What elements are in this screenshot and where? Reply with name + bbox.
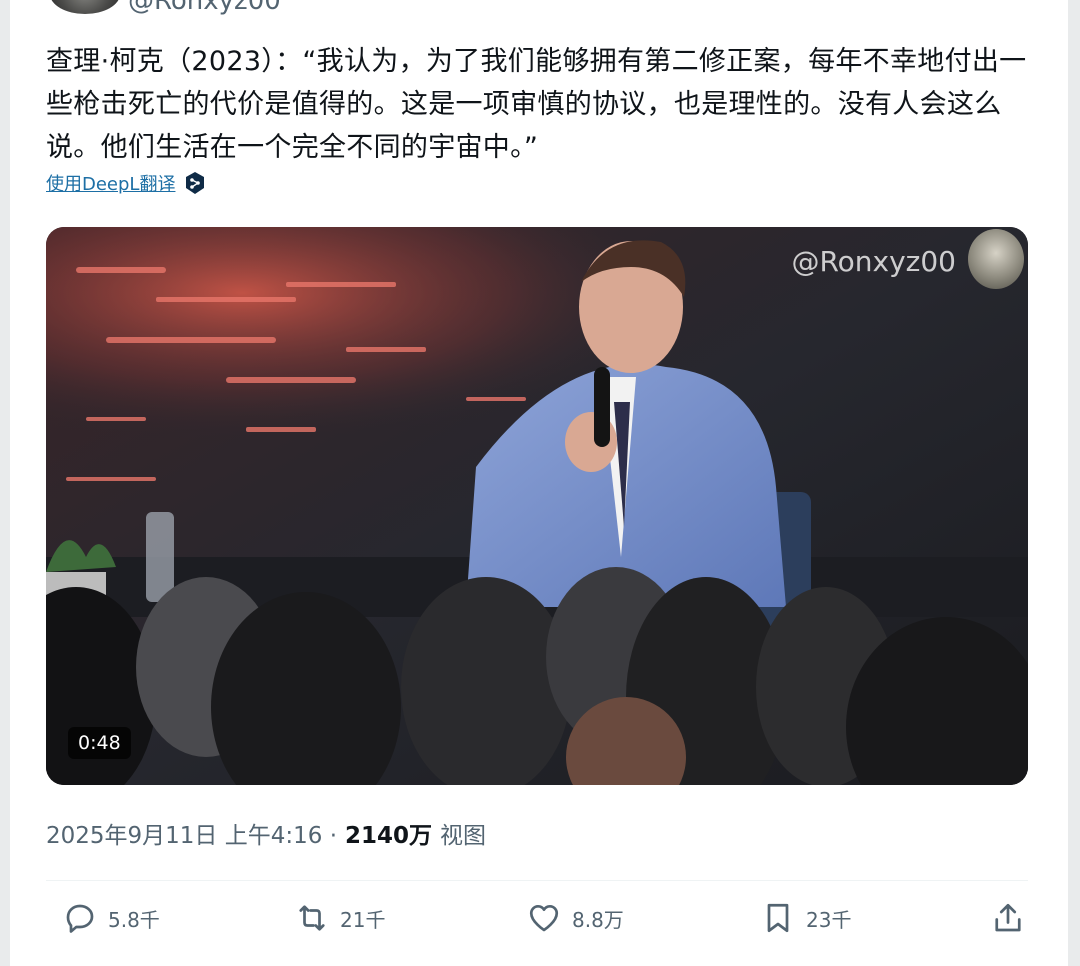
reply-icon — [66, 904, 94, 933]
video-frame — [46, 227, 1028, 785]
reply-button[interactable]: 5.8千 — [62, 900, 160, 936]
views-count: 2140万 — [345, 823, 433, 849]
like-count: 8.8万 — [572, 907, 624, 932]
tweet-timestamp[interactable]: 2025年9月11日 上午4:16 · — [46, 816, 337, 850]
translate-row: 使用DeepL翻译 — [46, 170, 207, 196]
author-avatar[interactable] — [50, 0, 120, 14]
reply-count: 5.8千 — [108, 907, 160, 932]
share-icon — [995, 903, 1021, 932]
deepl-icon — [183, 171, 207, 195]
bookmark-count: 23千 — [806, 907, 852, 932]
repost-icon — [299, 905, 325, 931]
repost-count: 21千 — [340, 907, 386, 932]
tweet-card: @Ronxyz00 查理·柯克（2023）：“我认为，为了我们能够拥有第二修正案… — [10, 0, 1068, 966]
video-duration-badge: 0:48 — [68, 727, 131, 759]
action-bar: 5.8千 21千 8.8万 23千 — [46, 900, 1028, 944]
tweet-meta: 2025年9月11日 上午4:16 · 2140万 视图 — [46, 816, 486, 850]
repost-button[interactable]: 21千 — [294, 900, 385, 936]
heart-icon — [529, 904, 559, 932]
like-button[interactable]: 8.8万 — [526, 900, 624, 936]
author-handle[interactable]: @Ronxyz00 — [128, 0, 281, 16]
divider — [46, 880, 1028, 881]
video-watermark: @Ronxyz00 — [791, 245, 956, 278]
tweet-text: 查理·柯克（2023）：“我认为，为了我们能够拥有第二修正案，每年不幸地付出一些… — [46, 46, 1027, 163]
share-button[interactable] — [990, 900, 1026, 936]
video-player[interactable]: @Ronxyz00 0:48 — [46, 227, 1028, 785]
watermark-avatar — [968, 229, 1024, 289]
bookmark-button[interactable]: 23千 — [760, 900, 851, 936]
bookmark-icon — [767, 903, 789, 933]
translate-link[interactable]: 使用DeepL翻译 — [46, 170, 175, 196]
views-label: 视图 — [440, 823, 487, 849]
